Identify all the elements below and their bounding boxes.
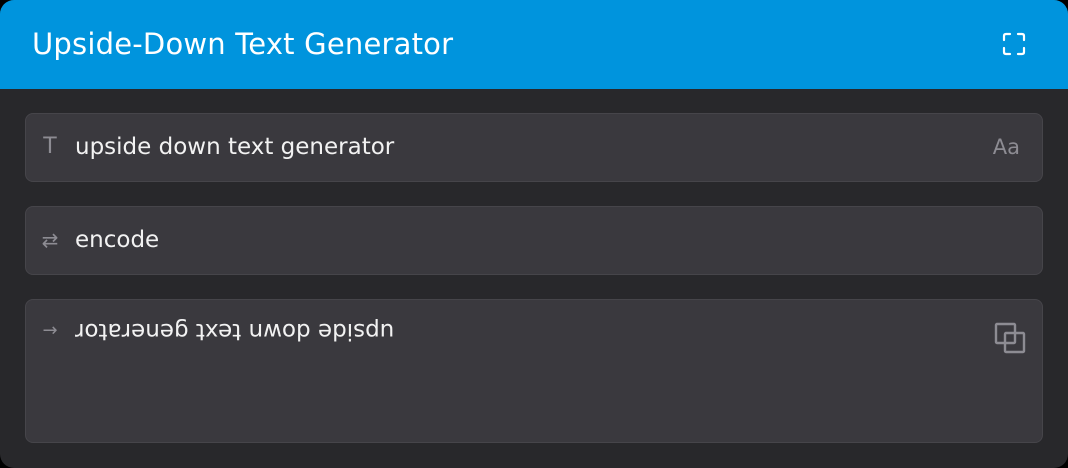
swap-arrows-icon: ⇄ — [41, 228, 59, 252]
copy-icon — [994, 322, 1026, 354]
output-text-field[interactable]: → upside down text generator — [25, 299, 1043, 443]
arrow-right-icon: → — [42, 320, 58, 341]
header-bar: Upside-Down Text Generator — [0, 0, 1068, 89]
fullscreen-button[interactable] — [1000, 30, 1028, 58]
mode-select[interactable]: ⇄ encode — [25, 206, 1043, 275]
case-toggle-button[interactable]: Aa — [993, 132, 1020, 162]
copy-button[interactable] — [993, 321, 1027, 355]
page-title: Upside-Down Text Generator — [32, 27, 454, 61]
output-text-value[interactable]: upside down text generator — [75, 316, 394, 346]
fullscreen-icon — [1002, 32, 1026, 56]
app-window: Upside-Down Text Generator T upside down… — [0, 0, 1068, 468]
input-text-field[interactable]: T upside down text generator Aa — [25, 113, 1043, 182]
input-text-value[interactable]: upside down text generator — [75, 132, 394, 162]
mode-select-value[interactable]: encode — [75, 225, 159, 255]
text-t-icon: T — [43, 134, 57, 159]
